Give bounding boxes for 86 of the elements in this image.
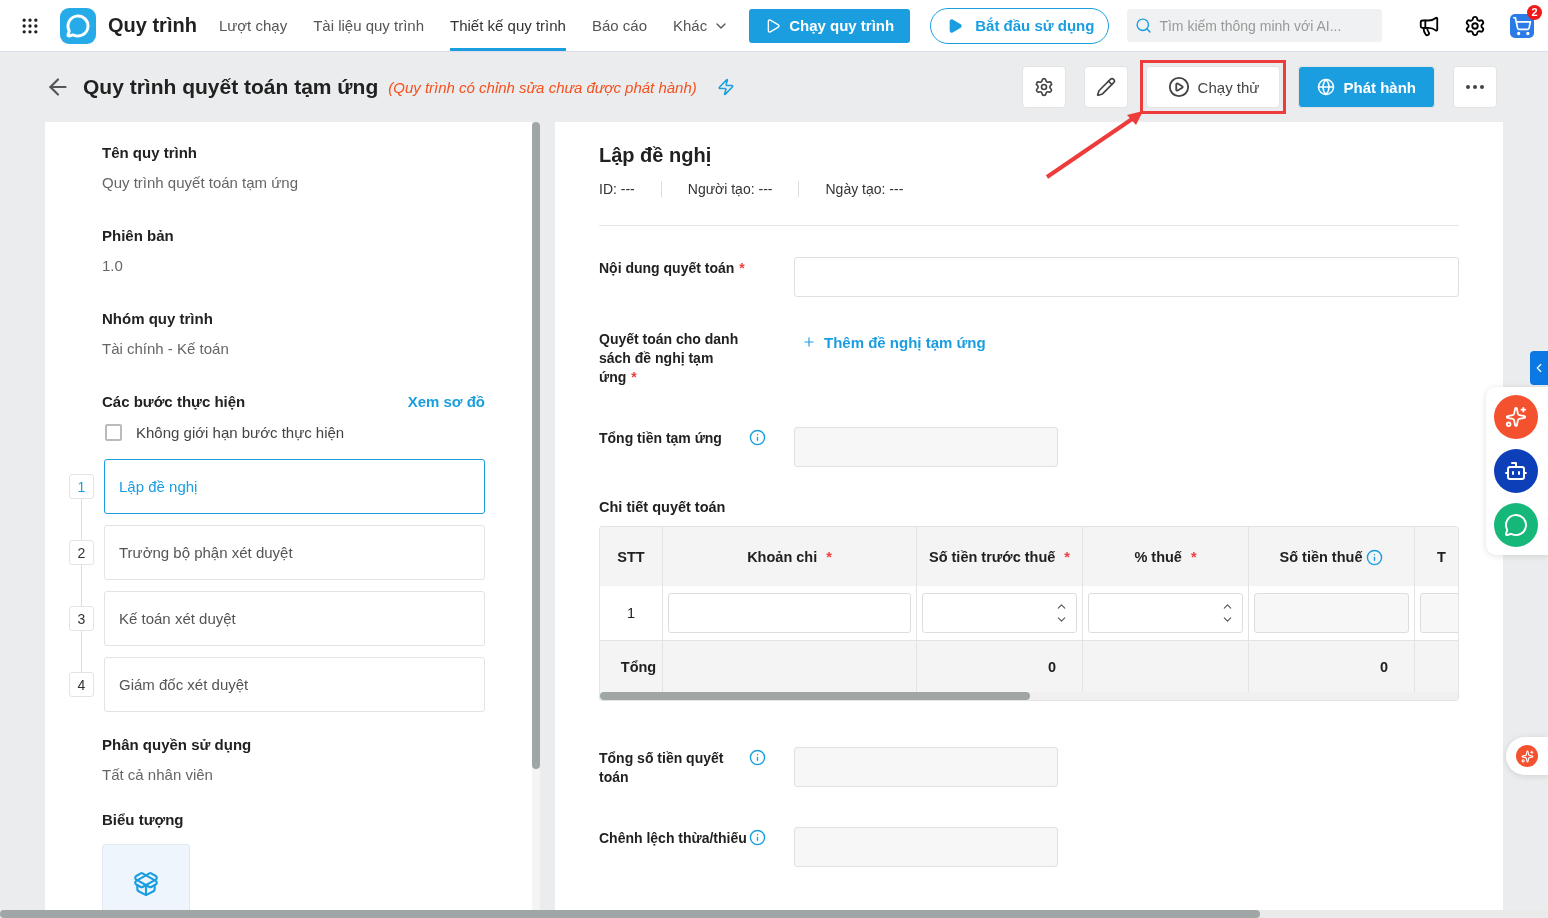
meta-item: Ngày tạo: ---	[798, 181, 930, 197]
readonly-field[interactable]	[794, 827, 1058, 867]
test-run-button[interactable]: Chạy thử	[1146, 66, 1281, 108]
readonly-field[interactable]	[794, 747, 1058, 787]
app-name: Quy trình	[108, 14, 197, 37]
column-header: % thuế *	[1083, 527, 1249, 586]
logo-icon	[60, 7, 96, 44]
column-header: Khoản chi *	[663, 527, 917, 586]
column-header: T	[1415, 527, 1458, 586]
info-label: Nhóm quy trình	[102, 310, 214, 327]
sparkle-button[interactable]	[1506, 737, 1548, 775]
step-item[interactable]: Trưởng bộ phận xét duyệt	[104, 525, 485, 580]
step-number: 3	[69, 606, 94, 631]
page-title: Quy trình quyết toán tạm ứng	[83, 75, 379, 99]
cell-input[interactable]	[668, 593, 911, 633]
step-number: 1	[69, 474, 94, 499]
total-cell: 0	[1249, 640, 1415, 692]
chat-icon[interactable]	[1494, 503, 1538, 547]
total-label: Tổng	[600, 640, 663, 692]
meta-item: ID: ---	[599, 181, 636, 197]
step-item[interactable]: Giám đốc xét duyệt	[104, 657, 485, 712]
step-number: 4	[69, 672, 94, 697]
form-title: Lập đề nghị	[599, 144, 713, 167]
field-label: Chênh lệch thừa/thiếu	[599, 829, 748, 848]
scrollbar[interactable]	[600, 692, 1458, 700]
step-number: 2	[69, 540, 94, 565]
megaphone-icon[interactable]	[1418, 14, 1440, 37]
pencil-icon	[1096, 77, 1117, 97]
meta-item: Người tạo: ---	[660, 181, 799, 197]
nav-tab[interactable]: Báo cáo	[591, 0, 647, 51]
readonly-field[interactable]	[794, 427, 1058, 467]
play-circle-icon	[1167, 76, 1190, 98]
settings-icon[interactable]	[1464, 14, 1486, 37]
column-header: Số tiền trước thuế *	[917, 527, 1083, 586]
cart-icon[interactable]	[1510, 13, 1534, 38]
box-icon	[133, 871, 159, 897]
lightning-icon	[716, 78, 735, 96]
field-label: Nội dung quyết toán *	[599, 259, 746, 278]
ellipsis-icon	[1466, 85, 1484, 89]
info-label: Phân quyền sử dụng	[102, 736, 253, 753]
step-item[interactable]: Kế toán xét duyệt	[104, 591, 485, 646]
notification-badge: 2	[1527, 4, 1542, 20]
more-menu[interactable]: Khác	[673, 17, 730, 34]
section-label: Các bước thực hiện	[102, 393, 246, 410]
info-value: Quy trình quyết toán tạm ứng	[102, 174, 299, 191]
nav-tab[interactable]: Thiết kế quy trình	[450, 0, 566, 51]
robot-icon[interactable]	[1494, 449, 1538, 493]
info-label: Biểu tượng	[102, 811, 185, 828]
scrollbar[interactable]	[532, 122, 540, 910]
nav-tab[interactable]: Lượt chạy	[218, 0, 288, 51]
plus-icon	[802, 335, 816, 349]
info-value: Tất cả nhân viên	[102, 766, 214, 783]
play-icon	[947, 17, 964, 34]
settings-button[interactable]	[1022, 66, 1067, 108]
field-label: Quyết toán cho danh sách đề nghị tạm ứng *	[599, 330, 740, 387]
collapse-tab[interactable]	[1530, 351, 1548, 385]
info-icon	[1366, 549, 1384, 566]
nav-tab[interactable]: Tài liệu quy trình	[313, 0, 425, 51]
number-input[interactable]	[1088, 593, 1243, 633]
text-field[interactable]	[794, 257, 1459, 297]
field-label: Tổng số tiền quyết toán	[599, 749, 725, 787]
info-icon	[749, 749, 766, 766]
section-label: Chi tiết quyết toán	[599, 499, 727, 515]
info-icon	[749, 429, 766, 446]
sparkle-icon[interactable]	[1494, 395, 1538, 439]
info-value: 1.0	[102, 257, 124, 274]
more-button[interactable]	[1453, 66, 1497, 108]
gear-icon	[1034, 77, 1055, 97]
globe-icon	[1317, 78, 1336, 96]
column-header: Số tiền thuế	[1249, 527, 1415, 586]
unpublished-note: (Quy trình có chỉnh sửa chưa được phát hành)	[388, 78, 697, 96]
info-label: Phiên bản	[102, 227, 175, 244]
play-icon	[765, 17, 782, 34]
search-icon	[1135, 17, 1153, 34]
field-label: Tổng tiền tạm ứng	[599, 429, 723, 448]
info-label: Tên quy trình	[102, 144, 198, 161]
unlimited-steps-checkbox[interactable]: Không giới hạn bước thực hiện	[72, 424, 485, 441]
info-value: Tài chính - Kế toán	[102, 340, 230, 357]
column-header: STT	[600, 527, 663, 586]
total-cell: 0	[917, 640, 1083, 692]
edit-button[interactable]	[1084, 66, 1129, 108]
sparkle-icon	[1516, 745, 1538, 767]
process-icon-tile[interactable]	[102, 844, 190, 910]
search-field[interactable]: Tìm kiếm thông minh với AI...	[1127, 9, 1382, 42]
number-input[interactable]	[922, 593, 1077, 633]
info-icon	[749, 829, 766, 846]
